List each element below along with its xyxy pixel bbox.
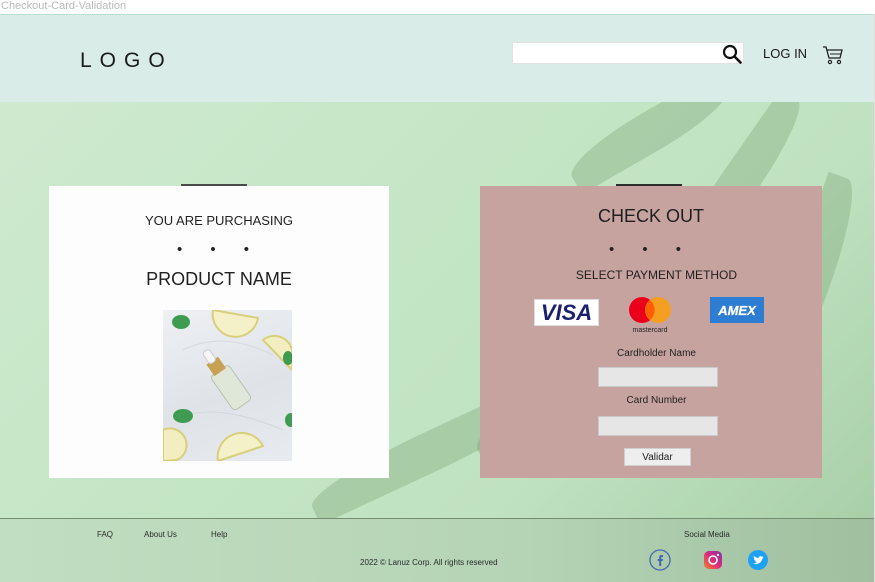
copyright-text: 2022 © Lanuz Corp. All rights reserved xyxy=(360,558,498,567)
product-card: YOU ARE PURCHASING • • • PRODUCT NAME xyxy=(49,186,389,478)
visa-option[interactable]: VISA xyxy=(534,299,599,326)
serum-bottle-photo-icon xyxy=(163,310,292,461)
cardholder-name-field[interactable] xyxy=(598,367,718,387)
cart-icon[interactable] xyxy=(822,45,844,65)
mastercard-icon: mastercard xyxy=(629,297,671,334)
amex-logo-text: AMEX xyxy=(717,303,757,318)
site-header: LOGO LOG IN xyxy=(0,14,875,102)
checkout-card: CHECK OUT • • • SELECT PAYMENT METHOD VI… xyxy=(480,186,822,478)
twitter-icon[interactable] xyxy=(747,549,769,571)
login-link[interactable]: LOG IN xyxy=(763,46,807,61)
site-footer: FAQ About Us Help 2022 © Lanuz Corp. All… xyxy=(0,518,875,582)
mastercard-option[interactable]: mastercard xyxy=(625,296,675,334)
search-input[interactable] xyxy=(513,43,713,63)
purchasing-heading: YOU ARE PURCHASING xyxy=(144,213,294,228)
instagram-icon[interactable] xyxy=(702,549,724,571)
select-payment-heading: SELECT PAYMENT METHOD xyxy=(575,268,738,282)
facebook-icon[interactable] xyxy=(649,549,671,571)
card-number-field[interactable] xyxy=(598,416,718,436)
window-title: Checkout-Card-Validation xyxy=(0,0,875,14)
search-bar[interactable] xyxy=(512,42,744,64)
social-media-label: Social Media xyxy=(684,530,730,539)
mastercard-logo-text: mastercard xyxy=(632,327,667,334)
visa-logo-text: VISA xyxy=(541,300,592,325)
validate-button[interactable]: Validar xyxy=(624,448,691,466)
logo[interactable]: LOGO xyxy=(80,49,173,73)
footer-link-about[interactable]: About Us xyxy=(144,530,177,539)
amex-option[interactable]: AMEX xyxy=(710,297,764,323)
leaf-shadow xyxy=(562,102,738,195)
product-name: PRODUCT NAME xyxy=(146,269,292,289)
checkout-title: CHECK OUT xyxy=(597,206,704,226)
visa-icon: VISA xyxy=(541,300,592,325)
footer-link-faq[interactable]: FAQ xyxy=(97,530,113,539)
amex-icon: AMEX xyxy=(717,303,757,318)
search-icon[interactable] xyxy=(722,44,742,64)
separator-dots: • • • xyxy=(176,241,262,258)
footer-link-help[interactable]: Help xyxy=(211,530,227,539)
cardholder-label: Cardholder Name xyxy=(617,348,696,359)
product-image xyxy=(163,310,292,461)
separator-dots: • • • xyxy=(608,241,694,258)
card-number-label: Card Number xyxy=(626,395,687,406)
